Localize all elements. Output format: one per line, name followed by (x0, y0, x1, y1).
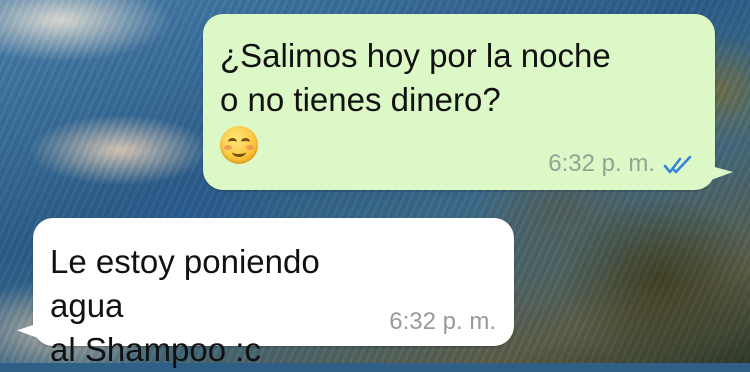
outgoing-message-bubble[interactable]: ¿Salimos hoy por la noche o no tienes di… (203, 14, 715, 190)
incoming-message-time: 6:32 p. m. (389, 308, 496, 335)
incoming-message-text: Le estoy poniendo agua al Shampoo :c (50, 243, 320, 368)
outgoing-message-time: 6:32 p. m. (548, 150, 655, 177)
double-check-read-icon (663, 155, 692, 174)
outgoing-message-text: ¿Salimos hoy por la noche o no tienes di… (220, 37, 611, 118)
smiling-face-icon (220, 126, 258, 164)
incoming-message-bubble[interactable]: Le estoy poniendo agua al Shampoo :c 6:3… (33, 218, 514, 368)
